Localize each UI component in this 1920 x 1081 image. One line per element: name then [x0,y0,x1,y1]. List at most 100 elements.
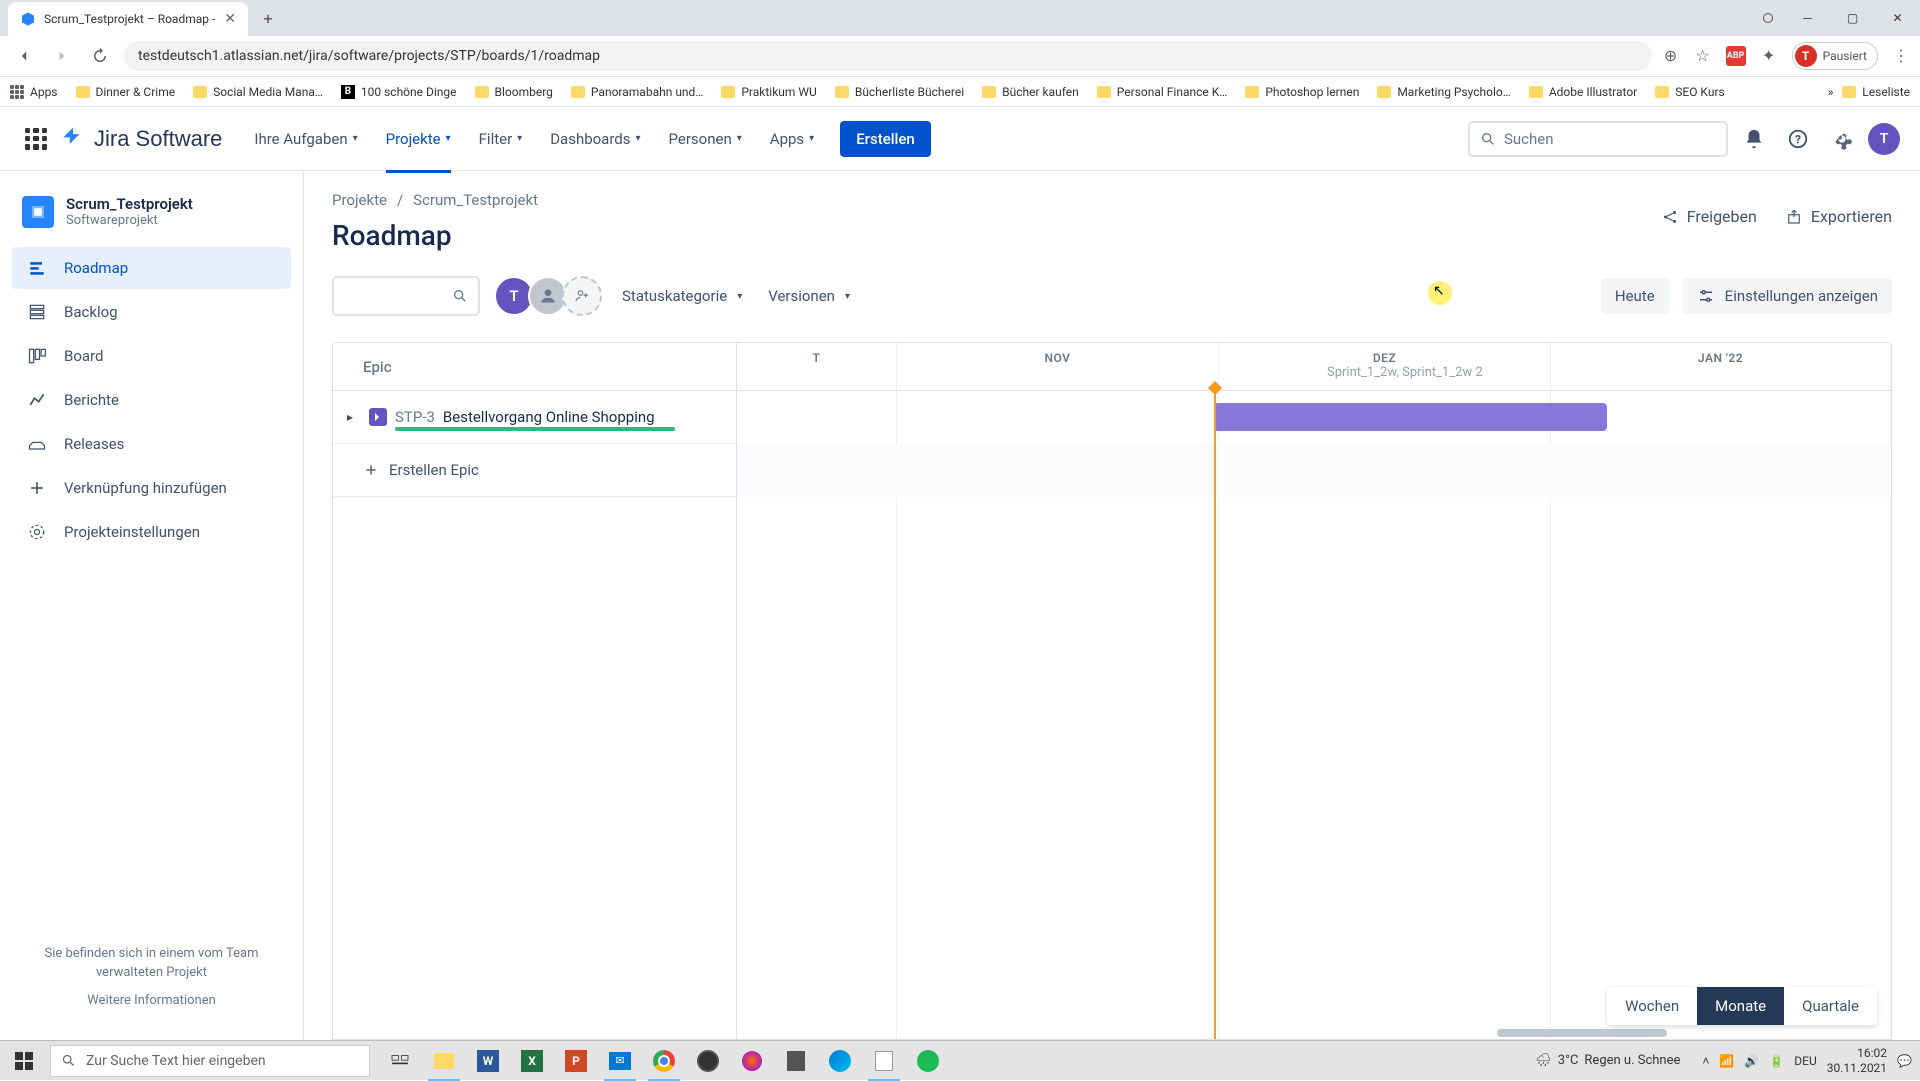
taskbar-notepad-icon[interactable] [862,1041,906,1081]
assignee-filter[interactable]: T [494,276,602,316]
bookmark-item[interactable]: B100 schöne Dinge [341,85,457,99]
horizontal-scrollbar[interactable] [1497,1029,1667,1037]
bookmark-item[interactable]: Bücher kaufen [982,85,1079,99]
bookmark-item[interactable]: SEO Kurs [1655,85,1724,99]
bookmark-item[interactable]: Bloomberg [475,85,553,99]
export-button[interactable]: Exportieren [1785,207,1892,226]
taskbar-mail-icon[interactable]: ✉ [598,1041,642,1081]
maximize-button[interactable]: ▢ [1830,2,1875,34]
app-switcher-icon[interactable] [20,123,52,155]
taskbar-excel-icon[interactable]: X [510,1041,554,1081]
zoom-months-button[interactable]: Monate [1697,987,1784,1025]
bookmark-item[interactable]: Personal Finance K… [1097,85,1228,99]
taskbar-edge-icon[interactable] [818,1041,862,1081]
tray-network-icon[interactable]: 📶 [1719,1054,1734,1068]
taskbar-app-icon[interactable] [730,1041,774,1081]
taskbar-explorer-icon[interactable] [422,1041,466,1081]
task-view-icon[interactable] [378,1041,422,1081]
create-button[interactable]: Erstellen [840,121,931,157]
tray-language[interactable]: DEU [1794,1054,1816,1068]
bookmark-apps[interactable]: Apps [10,85,58,99]
epic-timeline-bar[interactable] [1214,403,1607,431]
roadmap-search-input[interactable] [332,276,480,316]
project-header[interactable]: Scrum_Testprojekt Softwareprojekt [12,191,291,246]
forward-button[interactable] [48,42,76,70]
bookmark-item[interactable]: Marketing Psycholo… [1377,85,1510,99]
taskbar-search-input[interactable]: Zur Suche Text hier eingeben [50,1045,370,1077]
start-button[interactable] [0,1041,48,1081]
sidebar-item-releases[interactable]: Releases [12,423,291,465]
close-tab-icon[interactable]: ✕ [224,11,236,27]
versions-filter[interactable]: Versionen▾ [762,279,856,313]
notifications-icon[interactable] [1736,121,1772,157]
extensions-icon[interactable]: ✦ [1760,47,1778,65]
weather-widget[interactable]: 🌧 3°C Regen u. Schnee [1535,1053,1680,1068]
taskbar-powerpoint-icon[interactable]: P [554,1041,598,1081]
nav-dashboards[interactable]: Dashboards▾ [540,122,650,156]
user-avatar[interactable]: T [1868,123,1900,155]
jira-logo[interactable]: Jira Software [60,126,222,152]
new-tab-button[interactable]: + [254,5,282,33]
nav-people[interactable]: Personen▾ [659,122,752,156]
epic-title[interactable]: Bestellvorgang Online Shopping [443,408,655,426]
bookmark-item[interactable]: Adobe Illustrator [1529,85,1637,99]
sidebar-item-add-link[interactable]: Verknüpfung hinzufügen [12,467,291,509]
sidebar-item-board[interactable]: Board [12,335,291,377]
taskbar-spotify-icon[interactable] [906,1041,950,1081]
taskbar-word-icon[interactable]: W [466,1041,510,1081]
minimize-button[interactable]: ─ [1785,2,1830,34]
address-bar[interactable]: testdeutsch1.atlassian.net/jira/software… [124,41,1652,71]
taskbar-chrome-icon[interactable] [642,1041,686,1081]
tray-volume-icon[interactable]: 🔊 [1744,1054,1759,1068]
bookmark-item[interactable]: Social Media Mana… [193,85,323,99]
zoom-icon[interactable]: ⊕ [1662,47,1680,65]
close-window-button[interactable]: ✕ [1875,2,1920,34]
status-category-filter[interactable]: Statuskategorie▾ [616,279,748,313]
chrome-menu-icon[interactable]: ⋮ [1892,47,1910,65]
bookmark-star-icon[interactable]: ☆ [1694,47,1712,65]
chevron-right-icon[interactable]: ▸ [347,410,361,424]
nav-projects[interactable]: Projekte▾ [376,122,461,156]
bookmark-item[interactable]: Photoshop lernen [1245,85,1359,99]
taskbar-obs-icon[interactable] [686,1041,730,1081]
account-indicator-icon[interactable] [1763,13,1773,23]
tray-notifications-icon[interactable]: 💬 [1897,1054,1912,1068]
sidebar-footer-link[interactable]: Weitere Informationen [22,991,281,1011]
view-settings-button[interactable]: Einstellungen anzeigen [1683,278,1892,314]
profile-button[interactable]: T Pausiert [1792,42,1878,70]
breadcrumb-project[interactable]: Scrum_Testprojekt [413,191,538,209]
bookmark-item[interactable]: Panoramabahn und… [571,85,703,99]
sidebar-item-settings[interactable]: Projekteinstellungen [12,511,291,553]
zoom-weeks-button[interactable]: Wochen [1607,987,1697,1025]
create-epic-button[interactable]: Erstellen Epic [333,444,736,497]
sidebar-item-reports[interactable]: Berichte [12,379,291,421]
reload-button[interactable] [86,42,114,70]
timeline-body[interactable]: Sprint_1_2w, Sprint_1_2w 2 [737,391,1891,1039]
tray-clock[interactable]: 16:02 30.11.2021 [1827,1046,1887,1075]
sidebar-item-roadmap[interactable]: Roadmap [12,247,291,289]
taskbar-app-icon[interactable] [774,1041,818,1081]
browser-tab[interactable]: Scrum_Testprojekt – Roadmap - ✕ [8,2,248,36]
bookmark-item[interactable]: Praktikum WU [721,85,816,99]
help-icon[interactable]: ? [1780,121,1816,157]
tray-chevron-icon[interactable]: ˄ [1702,1054,1709,1068]
global-search-input[interactable]: Suchen [1468,121,1728,157]
tray-battery-icon[interactable]: 🔋 [1769,1054,1784,1068]
bookmark-item[interactable]: Bücherliste Bücherei [835,85,964,99]
add-people-button[interactable] [562,276,602,316]
sidebar-item-backlog[interactable]: Backlog [12,291,291,333]
bookmark-item[interactable]: » Leseliste [1828,85,1910,99]
zoom-quarters-button[interactable]: Quartale [1784,987,1877,1025]
epic-key[interactable]: STP-3 [395,408,435,426]
share-button[interactable]: Freigeben [1661,207,1757,226]
adblock-icon[interactable]: ABP [1726,46,1746,66]
nav-apps[interactable]: Apps▾ [760,122,824,156]
epic-row[interactable]: ▸ STP-3 Bestellvorgang Online Shopping [333,391,736,444]
back-button[interactable] [10,42,38,70]
nav-your-work[interactable]: Ihre Aufgaben▾ [244,122,367,156]
today-button[interactable]: Heute [1601,278,1669,314]
settings-icon[interactable] [1824,121,1860,157]
nav-filters[interactable]: Filter▾ [469,122,533,156]
bookmark-item[interactable]: Dinner & Crime [76,85,176,99]
breadcrumb-projects[interactable]: Projekte [332,191,387,209]
